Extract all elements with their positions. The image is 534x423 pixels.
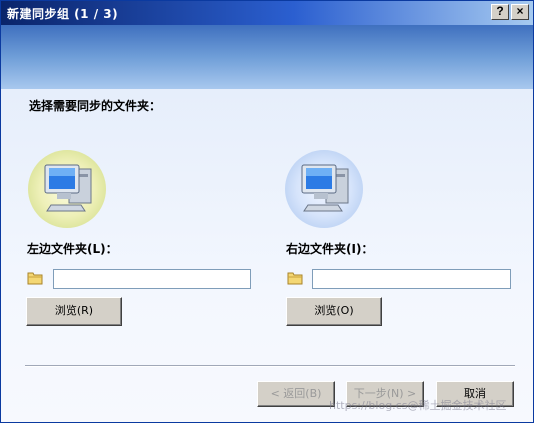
window-title: 新建同步组 (1 / 3) (7, 7, 119, 21)
header-banner (1, 25, 533, 89)
left-computer-icon (28, 150, 106, 228)
right-browse-button[interactable]: 浏览(O) (286, 297, 382, 326)
footer-divider (25, 365, 515, 367)
instruction-label: 选择需要同步的文件夹： (29, 99, 162, 113)
help-button[interactable]: ? (491, 4, 509, 20)
right-folder-icon (287, 272, 303, 285)
right-folder-input[interactable] (312, 269, 511, 289)
close-button[interactable]: × (511, 4, 529, 20)
watermark-text: https://blog.cs@稀土掘金技术社区 (329, 399, 507, 412)
right-folder-label: 右边文件夹(I)： (286, 242, 374, 256)
left-folder-input[interactable] (53, 269, 251, 289)
title-bar[interactable]: 新建同步组 (1 / 3) ? × (1, 1, 533, 25)
left-folder-label: 左边文件夹(L)： (27, 242, 118, 256)
left-folder-icon (27, 272, 43, 285)
sync-wizard-window: 新建同步组 (1 / 3) ? × 选择需要同步的文件夹： 左边文件夹(L)： … (0, 0, 534, 423)
right-computer-icon (285, 150, 363, 228)
back-button[interactable]: < 返回(B) (257, 381, 335, 407)
wizard-content: 选择需要同步的文件夹： 左边文件夹(L)： 右边文件夹(I)： 浏览(R) 浏览… (1, 89, 533, 422)
left-browse-button[interactable]: 浏览(R) (26, 297, 122, 326)
